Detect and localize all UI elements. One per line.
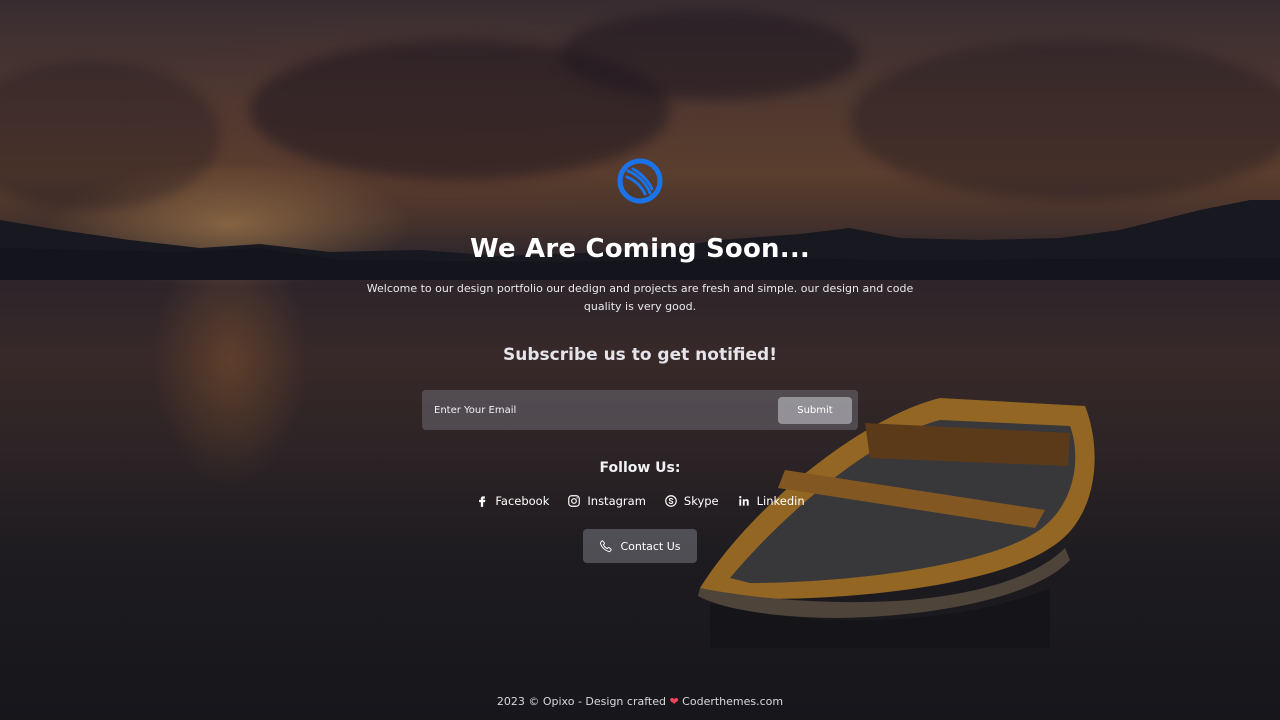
page-description: Welcome to our design portfolio our dedi… xyxy=(366,282,914,313)
skype-icon xyxy=(665,495,677,507)
footer-link[interactable]: Coderthemes.com xyxy=(682,695,783,708)
coming-soon-content: We Are Coming Soon... Welcome to our des… xyxy=(0,0,1280,720)
skype-link[interactable]: Skype xyxy=(664,494,719,508)
email-field[interactable] xyxy=(434,404,778,416)
instagram-icon xyxy=(568,495,581,507)
instagram-link[interactable]: Instagram xyxy=(567,494,646,508)
follow-heading: Follow Us: xyxy=(599,460,681,476)
linkedin-link[interactable]: Linkedin xyxy=(737,494,805,508)
instagram-label: Instagram xyxy=(587,494,646,508)
linkedin-label: Linkedin xyxy=(756,494,805,508)
subscribe-form: Submit xyxy=(422,390,858,430)
footer: 2023 © Opixo - Design crafted ❤ Coderthe… xyxy=(0,695,1280,708)
page-title: We Are Coming Soon... xyxy=(470,234,810,264)
contact-us-label: Contact Us xyxy=(620,539,681,553)
skype-label: Skype xyxy=(683,494,719,508)
facebook-label: Facebook xyxy=(495,494,550,508)
facebook-icon xyxy=(479,496,486,507)
footer-prefix: 2023 © Opixo - Design crafted xyxy=(496,695,666,708)
brand-logo-icon[interactable] xyxy=(616,157,664,205)
linkedin-icon xyxy=(738,496,749,506)
heart-icon: ❤ xyxy=(669,695,679,708)
subscribe-heading: Subscribe us to get notified! xyxy=(503,345,777,365)
social-links: Facebook Instagram Skype Linkedin xyxy=(0,494,1280,508)
submit-button[interactable]: Submit xyxy=(778,396,852,424)
phone-icon xyxy=(600,540,613,553)
facebook-link[interactable]: Facebook xyxy=(475,494,549,508)
contact-us-button[interactable]: Contact Us xyxy=(583,529,697,563)
